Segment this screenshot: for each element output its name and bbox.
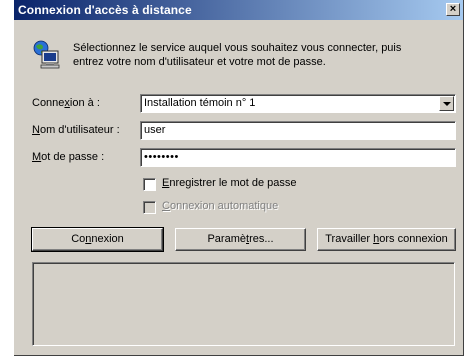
connect-button[interactable]: Connexion	[31, 227, 164, 252]
close-button[interactable]: ×	[446, 3, 460, 16]
network-computer-icon	[33, 40, 60, 69]
password-label: Mot de passe :	[32, 151, 105, 163]
status-area	[32, 262, 455, 346]
instruction-line-2: entrez votre nom d'utilisateur et votre …	[73, 56, 326, 68]
password-field[interactable]: ••••••••	[140, 148, 456, 167]
connection-select[interactable]: Installation témoin n° 1	[140, 94, 456, 113]
save-password-label[interactable]: Enregistrer le mot de passe	[162, 177, 297, 189]
title-bar[interactable]: Connexion d'accès à distance ×	[14, 0, 463, 20]
username-label: Nom d'utilisateur :	[32, 124, 120, 136]
instruction-text: Sélectionnez le service auquel vous souh…	[73, 41, 453, 69]
chevron-down-icon[interactable]	[439, 96, 454, 111]
work-offline-button[interactable]: Travailler hors connexion	[317, 228, 456, 251]
instruction-line-1: Sélectionnez le service auquel vous souh…	[73, 42, 402, 54]
connection-label: Connexion à :	[32, 97, 100, 109]
dial-up-connection-dialog: Connexion d'accès à distance × Sélection…	[14, 0, 464, 356]
connection-select-value: Installation témoin n° 1	[144, 97, 256, 109]
settings-button[interactable]: Paramètres...	[175, 228, 306, 251]
auto-connect-label: Connexion automatique	[162, 200, 279, 212]
window-title: Connexion d'accès à distance	[18, 3, 192, 17]
username-field[interactable]: user	[140, 121, 456, 140]
auto-connect-checkbox	[143, 201, 156, 214]
save-password-checkbox[interactable]	[143, 178, 156, 191]
